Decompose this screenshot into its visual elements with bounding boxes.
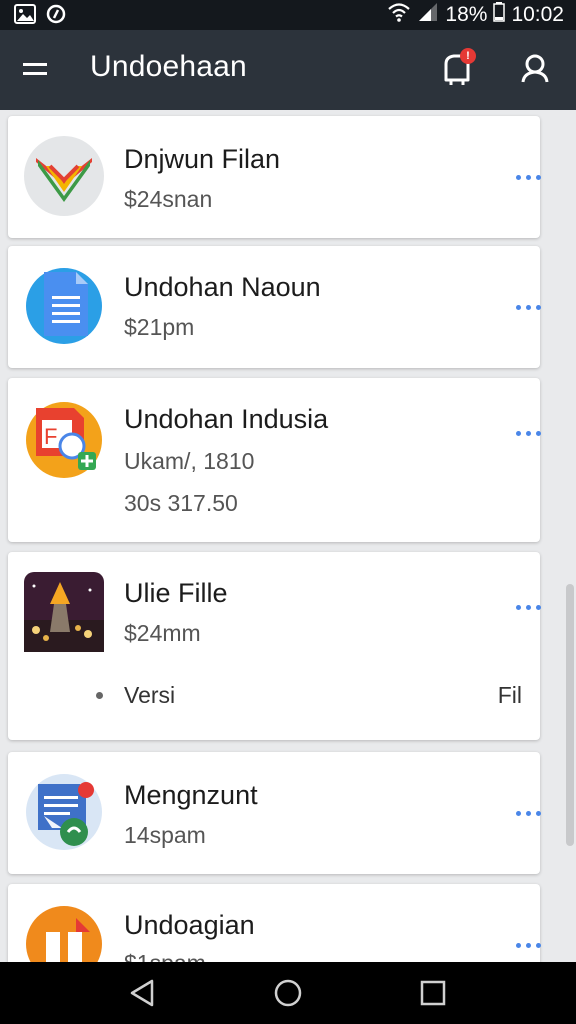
list-item[interactable]: Mengnzunt 14spam <box>8 752 541 874</box>
recents-square-icon <box>420 980 446 1006</box>
list-item[interactable]: Undoagian $1spam <box>8 884 541 962</box>
app-bar: Undoehaan ! <box>0 30 576 110</box>
more-options-button[interactable] <box>508 930 550 960</box>
recents-button[interactable] <box>416 976 450 1010</box>
app-title: Undoehaan <box>90 50 247 83</box>
item-subtitle: $24mm <box>124 620 201 646</box>
wifi-icon <box>387 2 411 28</box>
navigation-bar <box>0 962 576 1024</box>
svg-text:F: F <box>44 424 57 449</box>
item-price: 30s 317.50 <box>124 490 238 516</box>
orange-app-icon <box>24 904 104 962</box>
docs-icon <box>24 264 104 344</box>
account-button[interactable] <box>514 48 558 92</box>
notification-badge: ! <box>460 48 476 64</box>
home-button[interactable] <box>271 976 305 1010</box>
more-options-button[interactable] <box>508 162 550 192</box>
item-title: Dnjwun Filan <box>124 144 281 174</box>
person-icon <box>521 54 549 83</box>
item-title: Mengnzunt <box>124 780 258 810</box>
hamburger-icon <box>23 63 47 75</box>
signal-icon <box>417 2 439 28</box>
battery-percent: 18% <box>445 3 488 26</box>
more-options-button[interactable] <box>508 292 550 322</box>
item-list: Dnjwun Filan $24snan Undohan Naoun $21pm <box>0 110 576 962</box>
item-subtitle: Ukam/, 1810 <box>124 448 255 474</box>
item-title: Ulie Fille <box>124 578 228 608</box>
item-subtitle: $1spam <box>124 950 206 962</box>
battery-icon <box>493 2 506 28</box>
list-item[interactable]: F Undohan Indusia Ukam/, 1810 30s 317.50 <box>8 378 541 542</box>
bullet-icon <box>96 692 103 699</box>
home-circle-icon <box>274 979 302 1007</box>
version-label: Versi <box>124 682 176 708</box>
list-item[interactable]: Ulie Fille $24mm Versi Fil <box>8 552 541 740</box>
more-options-button[interactable] <box>508 418 550 448</box>
notifications-button[interactable]: ! <box>436 48 480 92</box>
item-title: Undoagian <box>124 910 255 940</box>
gmail-icon <box>24 136 104 216</box>
scrollbar[interactable] <box>566 584 574 846</box>
back-button[interactable] <box>126 976 160 1010</box>
file-badge-icon: F <box>24 398 104 478</box>
item-subtitle: $21pm <box>124 314 195 340</box>
circle-notification-icon <box>46 4 66 29</box>
file-label[interactable]: Fil <box>498 682 522 709</box>
item-subtitle: $24snan <box>124 186 213 212</box>
more-options-button[interactable] <box>508 592 550 622</box>
photo-thumbnail-icon <box>24 572 104 652</box>
list-item[interactable]: Undohan Naoun $21pm <box>8 246 541 368</box>
item-title: Undohan Naoun <box>124 272 321 302</box>
message-icon <box>24 772 104 852</box>
clock: 10:02 <box>511 3 564 26</box>
item-subtitle: 14spam <box>124 822 206 848</box>
status-bar: 18% 10:02 <box>0 0 576 30</box>
list-item[interactable]: Dnjwun Filan $24snan <box>8 116 541 238</box>
gallery-notification-icon <box>14 4 36 29</box>
item-title: Undohan Indusia <box>124 404 329 434</box>
more-options-button[interactable] <box>508 798 550 828</box>
menu-button[interactable] <box>20 54 54 86</box>
back-triangle-icon <box>130 979 154 1007</box>
